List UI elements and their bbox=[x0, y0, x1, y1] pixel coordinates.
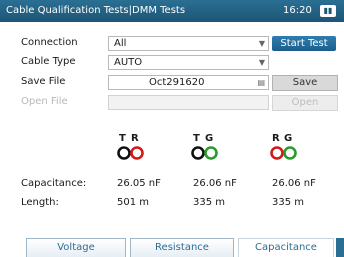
cable-type-label: Cable Type bbox=[21, 56, 76, 67]
connection-value: All bbox=[114, 38, 127, 49]
pair-tr: T R bbox=[117, 133, 161, 169]
pair-label-b: R bbox=[131, 133, 139, 144]
pair-label-a: T bbox=[119, 133, 126, 144]
save-button[interactable]: Save bbox=[272, 75, 338, 91]
terminal-pair-icon bbox=[270, 146, 297, 160]
tab-resistance[interactable]: Resistance bbox=[130, 238, 234, 257]
pair-rg: R G bbox=[270, 133, 314, 169]
length-value: 501 m bbox=[117, 197, 150, 208]
title-bar: Cable Qualification Tests|DMM Tests 16:2… bbox=[0, 0, 344, 22]
capacitance-value: 26.05 nF bbox=[117, 178, 161, 189]
connection-label: Connection bbox=[21, 37, 78, 48]
open-file-label: Open File bbox=[21, 96, 68, 107]
terminal-a-icon bbox=[191, 146, 205, 160]
clock: 16:20 bbox=[283, 5, 312, 16]
terminal-b-icon bbox=[283, 146, 297, 160]
capacitance-value: 26.06 nF bbox=[193, 178, 237, 189]
terminal-b-icon bbox=[204, 146, 218, 160]
pair-label-a: R bbox=[272, 133, 280, 144]
tab-scroll-right[interactable] bbox=[336, 238, 344, 257]
cable-type-select[interactable]: AUTO ▼ bbox=[108, 55, 269, 70]
cable-type-value: AUTO bbox=[114, 57, 143, 68]
capacitance-value: 26.06 nF bbox=[272, 178, 316, 189]
pair-label-a: T bbox=[193, 133, 200, 144]
keyboard-icon[interactable]: ▤ bbox=[257, 76, 265, 89]
terminal-b-icon bbox=[130, 146, 144, 160]
open-file-input bbox=[108, 95, 269, 110]
save-file-value: Oct291620 bbox=[149, 77, 205, 88]
start-test-button[interactable]: Start Test bbox=[272, 36, 336, 51]
pair-tg: T G bbox=[191, 133, 235, 169]
open-button: Open bbox=[272, 95, 338, 111]
chevron-down-icon: ▼ bbox=[258, 39, 265, 48]
terminal-a-icon bbox=[117, 146, 131, 160]
length-label: Length: bbox=[21, 197, 59, 208]
terminal-pair-icon bbox=[191, 146, 218, 160]
save-file-label: Save File bbox=[21, 76, 66, 87]
pair-label-b: G bbox=[205, 133, 214, 144]
capacitance-label: Capacitance: bbox=[21, 178, 87, 189]
battery-icon: ▮▮ bbox=[320, 5, 336, 17]
length-value: 335 m bbox=[193, 197, 226, 208]
terminal-pair-icon bbox=[117, 146, 144, 160]
window-title: Cable Qualification Tests|DMM Tests bbox=[6, 5, 186, 16]
pair-label-b: G bbox=[284, 133, 293, 144]
terminal-a-icon bbox=[270, 146, 284, 160]
connection-select[interactable]: All ▼ bbox=[108, 36, 269, 51]
save-file-input[interactable]: Oct291620 ▤ bbox=[108, 75, 269, 90]
tab-capacitance[interactable]: Capacitance bbox=[238, 238, 334, 257]
tab-voltage[interactable]: Voltage bbox=[26, 238, 126, 257]
length-value: 335 m bbox=[272, 197, 305, 208]
chevron-down-icon: ▼ bbox=[258, 58, 265, 67]
